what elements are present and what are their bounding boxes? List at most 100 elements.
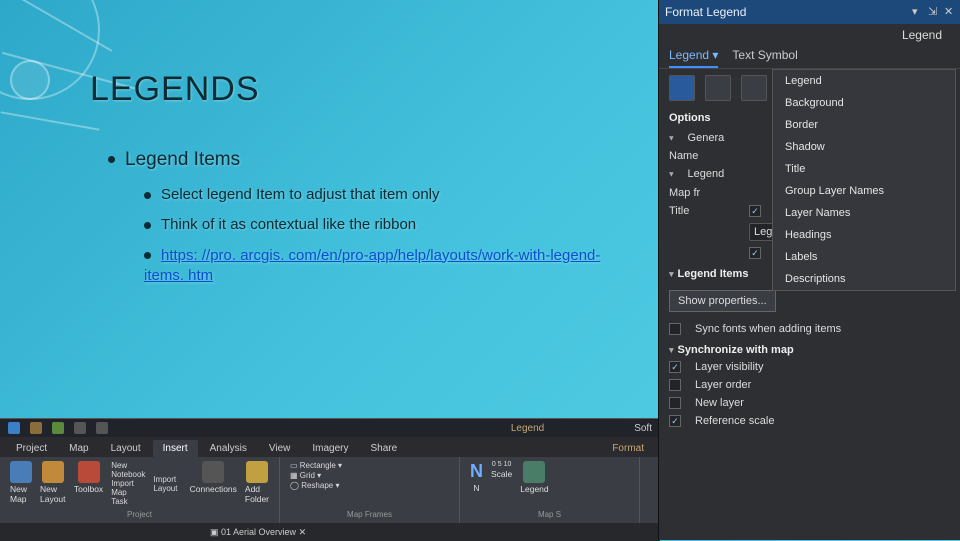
layer-visibility-checkbox[interactable]: ✓ xyxy=(669,361,681,373)
title-label: Title xyxy=(669,205,739,217)
north-arrow-icon: N xyxy=(470,461,483,482)
new-layer-checkbox[interactable] xyxy=(669,397,681,409)
connections-button[interactable]: Connections xyxy=(190,461,237,506)
ribbon-group-mapframes: ▭ Rectangle ▾ ▦ Grid ▾ ◯ Reshape ▾ Map F… xyxy=(280,457,460,523)
help-link[interactable]: https: //pro. arcgis. com/en/pro-app/hel… xyxy=(144,247,600,284)
dropdown-item-title[interactable]: Title xyxy=(773,158,955,180)
ribbon-tab-analysis[interactable]: Analysis xyxy=(200,440,257,457)
section-general[interactable]: Genera xyxy=(688,132,725,144)
wordwrap-checkbox[interactable]: ✓ xyxy=(749,247,761,259)
ribbon-tab-map[interactable]: Map xyxy=(59,440,98,457)
chevron-down-icon[interactable]: ▸ xyxy=(666,136,677,141)
group-label: Map Frames xyxy=(290,510,449,519)
ribbon-tab-format[interactable]: Format xyxy=(602,440,654,457)
dropdown-item-labels[interactable]: Labels xyxy=(773,246,955,268)
qat-icon[interactable] xyxy=(30,422,42,434)
folder-icon xyxy=(246,461,268,483)
close-icon[interactable]: ✕ xyxy=(944,7,954,17)
mapframe-label: Map fr xyxy=(669,187,739,199)
panel-title: Format Legend xyxy=(665,5,746,19)
layer-visibility-label: Layer visibility xyxy=(695,361,763,373)
section-sync-map[interactable]: Synchronize with map xyxy=(678,344,794,356)
chevron-down-icon[interactable]: ▸ xyxy=(666,348,677,353)
subtab-arrangement-icon[interactable] xyxy=(705,75,731,101)
element-name-heading: Legend xyxy=(659,24,960,44)
dock-icon[interactable]: ▾ xyxy=(912,7,922,17)
dropdown-item-background[interactable]: Background xyxy=(773,92,955,114)
section-legend[interactable]: Legend xyxy=(688,168,725,180)
deco-line xyxy=(1,111,100,130)
status-right: Soft xyxy=(634,423,652,434)
subtab-display-icon[interactable] xyxy=(741,75,767,101)
dropdown-item-descriptions[interactable]: Descriptions xyxy=(773,268,955,290)
group-label: Project xyxy=(10,510,269,519)
import-map-button[interactable]: Import Map xyxy=(111,479,145,497)
legend-parts-dropdown: Legend Background Border Shadow Title Gr… xyxy=(772,69,956,291)
btn-label: New Layout xyxy=(40,484,66,504)
layer-order-checkbox[interactable] xyxy=(669,379,681,391)
new-layout-button[interactable]: New Layout xyxy=(40,461,66,506)
qat-icon[interactable] xyxy=(52,422,64,434)
ribbon-tab-layout[interactable]: Layout xyxy=(101,440,151,457)
chevron-down-icon[interactable]: ▸ xyxy=(666,272,677,277)
ribbon-tab-project[interactable]: Project xyxy=(6,440,57,457)
ribbon-tabs: Project Map Layout Insert Analysis View … xyxy=(0,437,660,457)
btn-label: Connections xyxy=(190,484,237,494)
chevron-down-icon[interactable]: ▸ xyxy=(666,172,677,177)
dropdown-item-shadow[interactable]: Shadow xyxy=(773,136,955,158)
reference-scale-checkbox[interactable]: ✓ xyxy=(669,415,681,427)
dropdown-item-headings[interactable]: Headings xyxy=(773,224,955,246)
reshape-button[interactable]: ◯ Reshape ▾ xyxy=(290,481,449,490)
show-checkbox[interactable]: ✓ xyxy=(749,205,761,217)
section-legend-items[interactable]: Legend Items xyxy=(678,268,749,280)
qat-icon[interactable] xyxy=(96,422,108,434)
grid-button[interactable]: ▦ Grid ▾ xyxy=(290,471,449,480)
name-label: Name xyxy=(669,150,739,162)
scale-icon: 0 5 10 xyxy=(492,461,511,468)
add-folder-button[interactable]: Add Folder xyxy=(245,461,269,506)
rectangle-button[interactable]: ▭ Rectangle ▾ xyxy=(290,461,449,470)
quick-access-bar: Legend Soft xyxy=(0,419,660,437)
format-legend-panel: Format Legend ▾ ⇲ ✕ Legend Legend ▾ Text… xyxy=(658,0,960,540)
connections-icon xyxy=(202,461,224,483)
slide-bullet-link: https: //pro. arcgis. com/en/pro-app/hel… xyxy=(144,246,610,287)
ribbon-tab-insert[interactable]: Insert xyxy=(153,440,198,457)
slide-body: LEGENDS Legend Items Select legend Item … xyxy=(90,70,610,296)
btn-label: Scale xyxy=(491,469,512,479)
context-tab-label: Legend xyxy=(511,423,544,434)
show-properties-button[interactable]: Show properties... xyxy=(669,290,776,312)
scale-button[interactable]: 0 5 10Scale xyxy=(491,461,512,494)
task-button[interactable]: Task xyxy=(111,497,145,506)
new-layer-label: New layer xyxy=(695,397,744,409)
ribbon-tab-view[interactable]: View xyxy=(259,440,301,457)
dropdown-item-layer-names[interactable]: Layer Names xyxy=(773,202,955,224)
import-layout-button[interactable]: Import Layout xyxy=(153,475,181,493)
qat-icon[interactable] xyxy=(8,422,20,434)
legend-button[interactable]: Legend xyxy=(520,461,548,494)
ribbon-tab-share[interactable]: Share xyxy=(361,440,408,457)
tab-legend[interactable]: Legend ▾ xyxy=(669,44,718,68)
panel-tabs: Legend ▾ Text Symbol xyxy=(659,44,960,69)
panel-titlebar: Format Legend ▾ ⇲ ✕ xyxy=(659,0,960,24)
subtab-options-icon[interactable] xyxy=(669,75,695,101)
toolbox-button[interactable]: Toolbox xyxy=(74,461,103,506)
slide-bullet-text: Think of it as contextual like the ribbo… xyxy=(161,216,416,233)
slide-bullet: Think of it as contextual like the ribbo… xyxy=(144,215,610,235)
north-arrow-button[interactable]: NN xyxy=(470,461,483,494)
sync-fonts-checkbox[interactable] xyxy=(669,323,681,335)
ribbon-tab-imagery[interactable]: Imagery xyxy=(302,440,358,457)
new-notebook-button[interactable]: New Notebook xyxy=(111,461,145,479)
dropdown-item-group-layer-names[interactable]: Group Layer Names xyxy=(773,180,955,202)
qat-icon[interactable] xyxy=(74,422,86,434)
new-map-button[interactable]: New Map xyxy=(10,461,32,506)
footer-file[interactable]: 01 Aerial Overview xyxy=(221,527,296,537)
dropdown-item-border[interactable]: Border xyxy=(773,114,955,136)
pin-icon[interactable]: ⇲ xyxy=(928,7,938,17)
arcgis-ribbon: Legend Soft Project Map Layout Insert An… xyxy=(0,418,660,540)
btn-label: Add Folder xyxy=(245,484,269,504)
dropdown-item-legend[interactable]: Legend xyxy=(773,70,955,92)
ribbon-group-project: New Map New Layout Toolbox New Notebook … xyxy=(0,457,280,523)
tab-text-symbol[interactable]: Text Symbol xyxy=(732,44,797,68)
btn-label: Toolbox xyxy=(74,484,103,494)
btn-label: New Map xyxy=(10,484,32,504)
